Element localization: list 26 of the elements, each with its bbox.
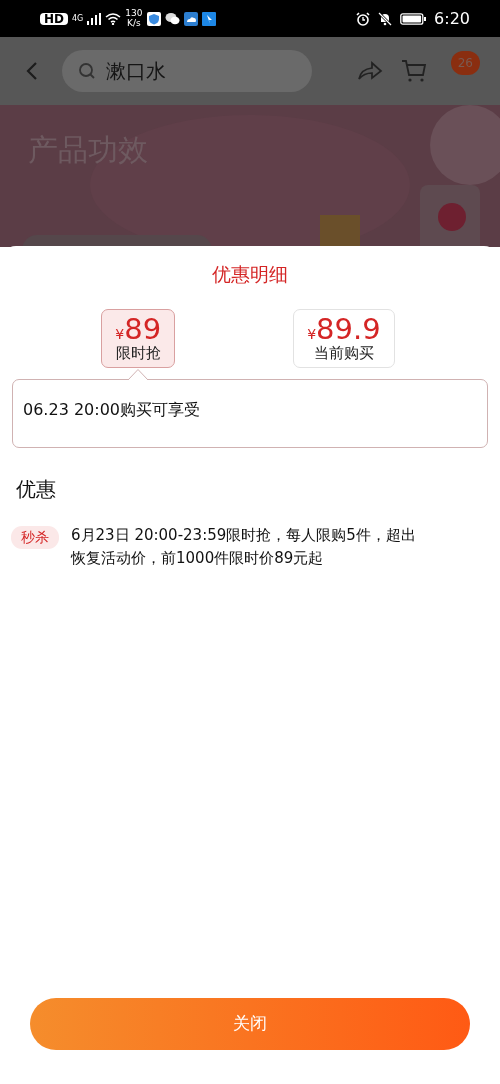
price-option[interactable]: ¥89 限时抢: [101, 308, 176, 368]
alarm-icon: [356, 11, 371, 26]
wifi-icon: [105, 12, 122, 25]
cart-badge: 26: [450, 51, 480, 75]
status-time: 6:20: [434, 7, 470, 30]
search-icon: [78, 62, 96, 80]
cloud-icon: [183, 11, 198, 26]
hd-label: HD: [40, 12, 68, 25]
promo-tag: 秒杀: [11, 525, 59, 549]
speed-unit: K/s: [126, 18, 142, 28]
section-title: 优惠: [16, 475, 57, 503]
signal-icon: [87, 12, 102, 25]
battery-icon: [400, 12, 427, 25]
sheet-title: 优惠明细: [211, 262, 289, 287]
back-icon[interactable]: [26, 61, 38, 81]
network-label: 4G: [72, 14, 84, 23]
search-field[interactable]: 漱口水: [62, 50, 312, 92]
price-option[interactable]: ¥89.9 当前购买: [293, 308, 395, 368]
promo-text: 6月23日 20:00-23:59限时抢，每人限购5件，超出恢复活动价，前1000件限时价89元起: [71, 524, 417, 570]
shield-icon: [146, 11, 161, 26]
tooltip-text: 06.23 20:00购买可享受: [23, 399, 200, 419]
cart-icon[interactable]: [400, 59, 427, 83]
muted-bell-icon: [378, 11, 393, 26]
share-icon[interactable]: [356, 61, 383, 81]
chat-icon: [164, 12, 180, 25]
speed-label: 130: [125, 9, 143, 19]
